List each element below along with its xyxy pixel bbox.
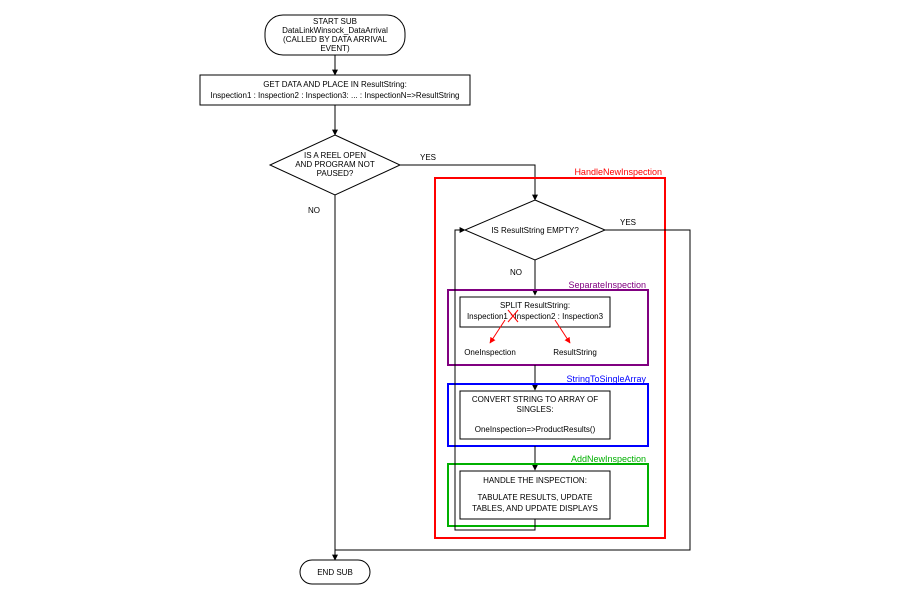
node-convert: CONVERT STRING TO ARRAY OF SINGLES: OneI… bbox=[460, 391, 610, 439]
node-dec1: IS A REEL OPEN AND PROGRAM NOT PAUSED? bbox=[270, 135, 400, 195]
dec1-l3: PAUSED? bbox=[317, 169, 354, 178]
handle-l1: HANDLE THE INSPECTION: bbox=[483, 476, 587, 485]
edge-dec1-yes bbox=[400, 165, 535, 200]
node-dec2: IS ResultString EMPTY? bbox=[465, 200, 605, 260]
dec2-yes-label: YES bbox=[620, 218, 636, 227]
node-end: END SUB bbox=[300, 560, 370, 584]
getdata-l2: Inspection1 : Inspection2 : Inspection3:… bbox=[210, 91, 459, 100]
dec1-no-label: NO bbox=[308, 206, 320, 215]
dec2-no-label: NO bbox=[510, 268, 522, 277]
end-l1: END SUB bbox=[317, 568, 353, 577]
dec1-yes-label: YES bbox=[420, 153, 436, 162]
start-l1: START SUB bbox=[313, 17, 357, 26]
convert-l1: CONVERT STRING TO ARRAY OF bbox=[472, 395, 598, 404]
convert-l2: SINGLES: bbox=[517, 405, 554, 414]
start-l2: DataLinkWinsock_DataArrival bbox=[282, 26, 388, 35]
dec1-l1: IS A REEL OPEN bbox=[304, 151, 366, 160]
start-l4: EVENT) bbox=[320, 44, 350, 53]
split-subL: OneInspection bbox=[464, 348, 516, 357]
split-l1: SPLIT ResultString: bbox=[500, 301, 570, 310]
flowchart: START SUB DataLinkWinsock_DataArrival (C… bbox=[0, 0, 900, 608]
node-handle: HANDLE THE INSPECTION: TABULATE RESULTS,… bbox=[460, 471, 610, 519]
dec1-l2: AND PROGRAM NOT bbox=[295, 160, 375, 169]
split-l2: Inspection1 : Inspection2 : Inspection3 bbox=[467, 312, 604, 321]
handle-l2: TABULATE RESULTS, UPDATE bbox=[478, 493, 593, 502]
node-getdata: GET DATA AND PLACE IN ResultString: Insp… bbox=[200, 75, 470, 105]
node-split: SPLIT ResultString: Inspection1 : Inspec… bbox=[460, 297, 610, 357]
group-label-separate: SeparateInspection bbox=[568, 280, 646, 290]
convert-l3: OneInspection=>ProductResults() bbox=[475, 425, 596, 434]
handle-l3: TABLES, AND UPDATE DISPLAYS bbox=[472, 504, 598, 513]
dec2-l1: IS ResultString EMPTY? bbox=[491, 226, 579, 235]
group-label-handle: HandleNewInspection bbox=[574, 167, 662, 177]
start-l3: (CALLED BY DATA ARRIVAL bbox=[283, 35, 387, 44]
getdata-l1: GET DATA AND PLACE IN ResultString: bbox=[263, 80, 407, 89]
split-subR: ResultString bbox=[553, 348, 597, 357]
group-label-string: StringToSingleArray bbox=[566, 374, 646, 384]
group-label-add: AddNewInspection bbox=[571, 454, 646, 464]
node-start: START SUB DataLinkWinsock_DataArrival (C… bbox=[265, 15, 405, 55]
